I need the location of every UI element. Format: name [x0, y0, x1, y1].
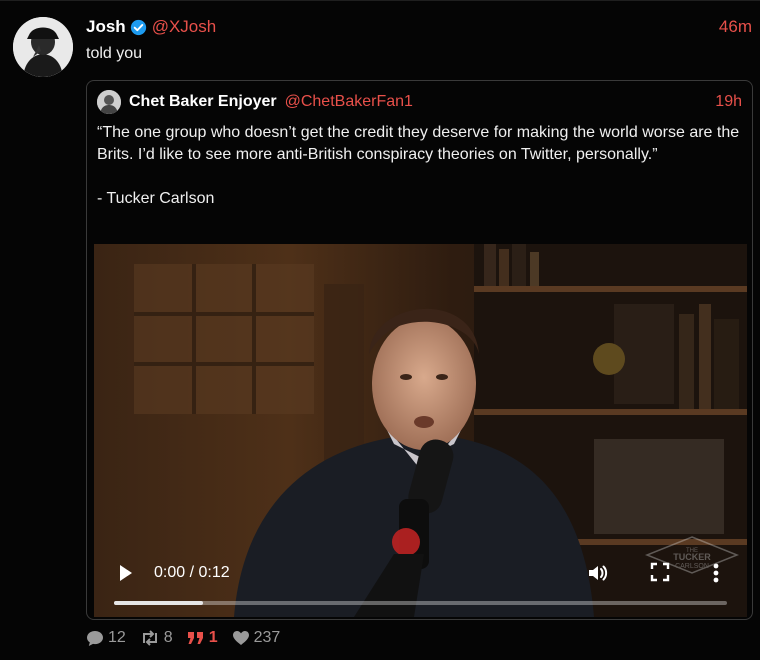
quote-count: 1 — [208, 629, 218, 646]
author-handle[interactable]: @XJosh — [152, 17, 217, 37]
quoted-author-handle[interactable]: @ChetBakerFan1 — [285, 93, 413, 111]
author-name[interactable]: Josh — [86, 17, 126, 37]
reply-count: 12 — [108, 629, 126, 646]
play-icon[interactable] — [117, 562, 135, 584]
video-player[interactable]: 0:00 / 0:12 THE TUCKER CARLSON — [94, 244, 747, 617]
progress-bar-fill — [114, 601, 203, 605]
reply-button[interactable]: 12 — [86, 629, 126, 647]
repost-button[interactable]: 8 — [140, 629, 173, 647]
avatar[interactable] — [13, 17, 73, 77]
quoted-timestamp[interactable]: 19h — [715, 93, 742, 111]
like-count: 237 — [253, 629, 281, 646]
action-bar: 12 8 1 237 — [86, 628, 294, 648]
svg-text:TUCKER: TUCKER — [673, 552, 711, 562]
video-controls: 0:00 / 0:12 THE TUCKER CARLSON — [94, 536, 747, 617]
quoted-post-text: “The one group who doesn’t get the credi… — [97, 124, 740, 207]
watermark-logo: THE TUCKER CARLSON — [644, 536, 740, 574]
quoted-post[interactable]: Chet Baker Enjoyer @ChetBakerFan1 19h “T… — [86, 80, 753, 620]
comment-icon — [87, 630, 103, 646]
repost-icon — [142, 630, 157, 646]
post-text: told you — [86, 45, 143, 62]
post-timestamp[interactable]: 46m — [719, 17, 752, 37]
verified-badge-icon — [130, 19, 146, 35]
video-time: 0:00 / 0:12 — [154, 564, 230, 581]
volume-icon[interactable] — [586, 561, 610, 585]
quote-button[interactable]: 1 — [187, 629, 218, 647]
progress-bar[interactable] — [114, 601, 727, 605]
like-button[interactable]: 237 — [232, 629, 281, 647]
post-card[interactable]: Josh @XJosh 46m told you Chet Baker Enjo… — [0, 0, 760, 660]
quoted-avatar[interactable] — [97, 90, 121, 114]
heart-icon — [232, 631, 249, 645]
quoted-author-name[interactable]: Chet Baker Enjoyer — [129, 93, 277, 111]
repost-count: 8 — [163, 629, 173, 646]
quote-icon — [187, 632, 203, 644]
svg-text:CARLSON: CARLSON — [675, 563, 709, 570]
